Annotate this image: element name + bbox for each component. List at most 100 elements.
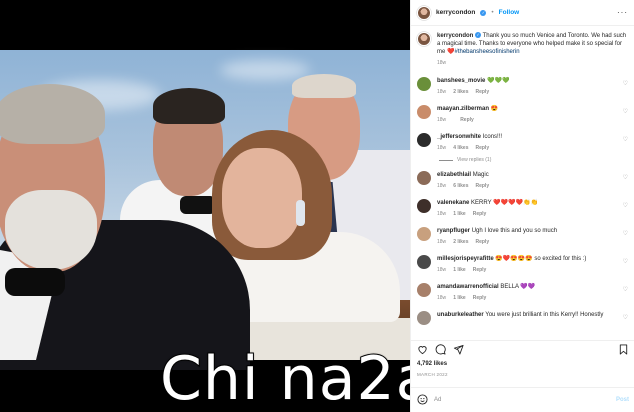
caption-hashtag[interactable]: ❤️#thebansheesofinisherin — [447, 49, 520, 55]
comment-username[interactable]: amandawarrenofficial — [437, 284, 499, 290]
comment-input[interactable]: Ad — [434, 397, 441, 403]
comment-text: KERRY ❤️❤️❤️❤️👏👏 — [471, 200, 538, 206]
avatar[interactable] — [417, 255, 431, 269]
avatar[interactable] — [417, 5, 431, 20]
comment-heart-icon[interactable]: ♡ — [623, 136, 628, 143]
cloud — [220, 60, 310, 80]
comment-time: 18w — [437, 211, 447, 217]
comment-row: millesjorispeyrafitte 😍❤️😍😍😍 so excited … — [417, 255, 628, 274]
avatar[interactable] — [417, 283, 431, 297]
comments-list[interactable]: kerrycondon ✓ Thank you so much Venice a… — [411, 26, 634, 338]
comment-username[interactable]: ryanpfluger — [437, 228, 470, 234]
comment-likes[interactable]: 6 likes — [453, 182, 468, 190]
comment-likes[interactable]: 1 like — [453, 210, 466, 218]
comment-text: Magic — [472, 172, 489, 178]
share-icon[interactable] — [453, 344, 464, 355]
comment-username[interactable]: unaburkeleather — [437, 312, 484, 318]
person-left-beard — [5, 190, 97, 270]
comment-heart-icon[interactable]: ♡ — [623, 286, 628, 293]
comment-time: 18w — [437, 183, 447, 189]
comment-row: elizabethlail Magic 18w 6 likes Reply ♡ — [417, 171, 628, 190]
comment-username[interactable]: elizabethlail — [437, 172, 471, 178]
comment-username[interactable]: maayan.zilberman — [437, 106, 489, 112]
comment-row: unaburkeleather You were just brilliant … — [417, 311, 628, 325]
woman-head — [222, 148, 302, 248]
comment-row: valenekane KERRY ❤️❤️❤️❤️👏👏 18w 1 like R… — [417, 199, 628, 218]
comment-text: 😍❤️😍😍😍 so excited for this :) — [495, 256, 587, 262]
view-replies-label: View replies (1) — [457, 157, 492, 163]
header-username[interactable]: kerrycondon — [436, 9, 475, 16]
comment-heart-icon[interactable]: ♡ — [623, 80, 628, 87]
comment-heart-icon[interactable]: ♡ — [623, 230, 628, 237]
verified-badge-icon: ✓ — [475, 32, 482, 39]
reply-button[interactable]: Reply — [473, 294, 487, 302]
comment-text: You were just brilliant in this Kerry!! … — [485, 312, 604, 318]
reply-button[interactable]: Reply — [475, 88, 489, 96]
heart-icon[interactable] — [417, 344, 428, 355]
caption-username[interactable]: kerrycondon — [437, 33, 473, 39]
watermark-text: Chi na2a — [159, 344, 434, 412]
avatar[interactable] — [417, 77, 431, 91]
comment-likes[interactable]: 2 likes — [453, 88, 468, 96]
reply-button[interactable]: Reply — [460, 116, 474, 124]
comment-heart-icon[interactable]: ♡ — [623, 174, 628, 181]
post-header: kerrycondon ✓ • Follow ··· — [411, 0, 634, 26]
comment-container: banshees_movie 💚💚💚 18w 2 likes Reply ♡ m… — [417, 77, 628, 325]
more-options-icon[interactable]: ··· — [617, 8, 628, 17]
comment-likes[interactable]: 1 like — [453, 294, 466, 302]
comment-text: 💚💚💚 — [487, 78, 510, 84]
reply-button[interactable]: Reply — [473, 266, 487, 274]
comment-time: 18w — [437, 145, 447, 151]
reply-button[interactable]: Reply — [475, 144, 489, 152]
reply-button[interactable]: Reply — [475, 238, 489, 246]
person-middle-hair — [153, 88, 225, 124]
action-bar — [411, 340, 634, 358]
comment-row: amandawarrenofficial BELLA 💜💜 18w 1 like… — [417, 283, 628, 302]
separator-dot: • — [491, 9, 494, 16]
add-comment-bar: Ad Post — [411, 387, 634, 412]
follow-button[interactable]: Follow — [499, 9, 520, 16]
avatar[interactable] — [417, 32, 431, 46]
comment-text: Ugh I love this and you so much — [471, 228, 558, 234]
comment-heart-icon[interactable]: ♡ — [623, 202, 628, 209]
person-left-hair — [0, 84, 105, 144]
comment-time: 18w — [437, 295, 447, 301]
comment-row: _jeffersonwhite Icons!!! 18w 4 likes Rep… — [417, 133, 628, 152]
comment-username[interactable]: millesjorispeyrafitte — [437, 256, 494, 262]
comment-row: maayan.zilberman 😍 18w Reply ♡ — [417, 105, 628, 124]
emoji-icon[interactable] — [417, 393, 428, 407]
comment-time: 18w — [437, 267, 447, 273]
comment-icon[interactable] — [435, 344, 446, 355]
comment-text: 😍 — [490, 106, 499, 112]
comment-heart-icon[interactable]: ♡ — [623, 258, 628, 265]
comment-likes[interactable]: 1 like — [453, 266, 466, 274]
view-replies-button[interactable]: View replies (1) — [439, 157, 628, 163]
avatar[interactable] — [417, 227, 431, 241]
avatar[interactable] — [417, 311, 431, 325]
person-left-bowtie — [5, 268, 65, 296]
comment-heart-icon[interactable]: ♡ — [623, 314, 628, 321]
verified-badge-icon: ✓ — [480, 9, 487, 16]
like-count[interactable]: 4,792 likes — [417, 361, 447, 367]
comment-text: Icons!!! — [482, 134, 503, 140]
comment-likes[interactable]: 2 likes — [453, 238, 468, 246]
post-button[interactable]: Post — [616, 397, 629, 403]
avatar[interactable] — [417, 171, 431, 185]
caption: kerrycondon ✓ Thank you so much Venice a… — [417, 32, 628, 67]
comment-row: ryanpfluger Ugh I love this and you so m… — [417, 227, 628, 246]
bookmark-icon[interactable] — [618, 344, 629, 355]
person-right-hair — [292, 74, 356, 98]
comment-username[interactable]: valenekane — [437, 200, 469, 206]
comment-username[interactable]: _jeffersonwhite — [437, 134, 481, 140]
reply-button[interactable]: Reply — [473, 210, 487, 218]
avatar[interactable] — [417, 133, 431, 147]
reply-button[interactable]: Reply — [475, 182, 489, 190]
post-sidebar: kerrycondon ✓ • Follow ··· kerrycondon ✓… — [410, 0, 634, 412]
comment-time: 18w — [437, 89, 447, 95]
comment-likes[interactable]: 4 likes — [453, 144, 468, 152]
comment-username[interactable]: banshees_movie — [437, 78, 485, 84]
avatar[interactable] — [417, 199, 431, 213]
comment-heart-icon[interactable]: ♡ — [623, 108, 628, 115]
avatar[interactable] — [417, 105, 431, 119]
comment-time: 18w — [437, 239, 447, 245]
